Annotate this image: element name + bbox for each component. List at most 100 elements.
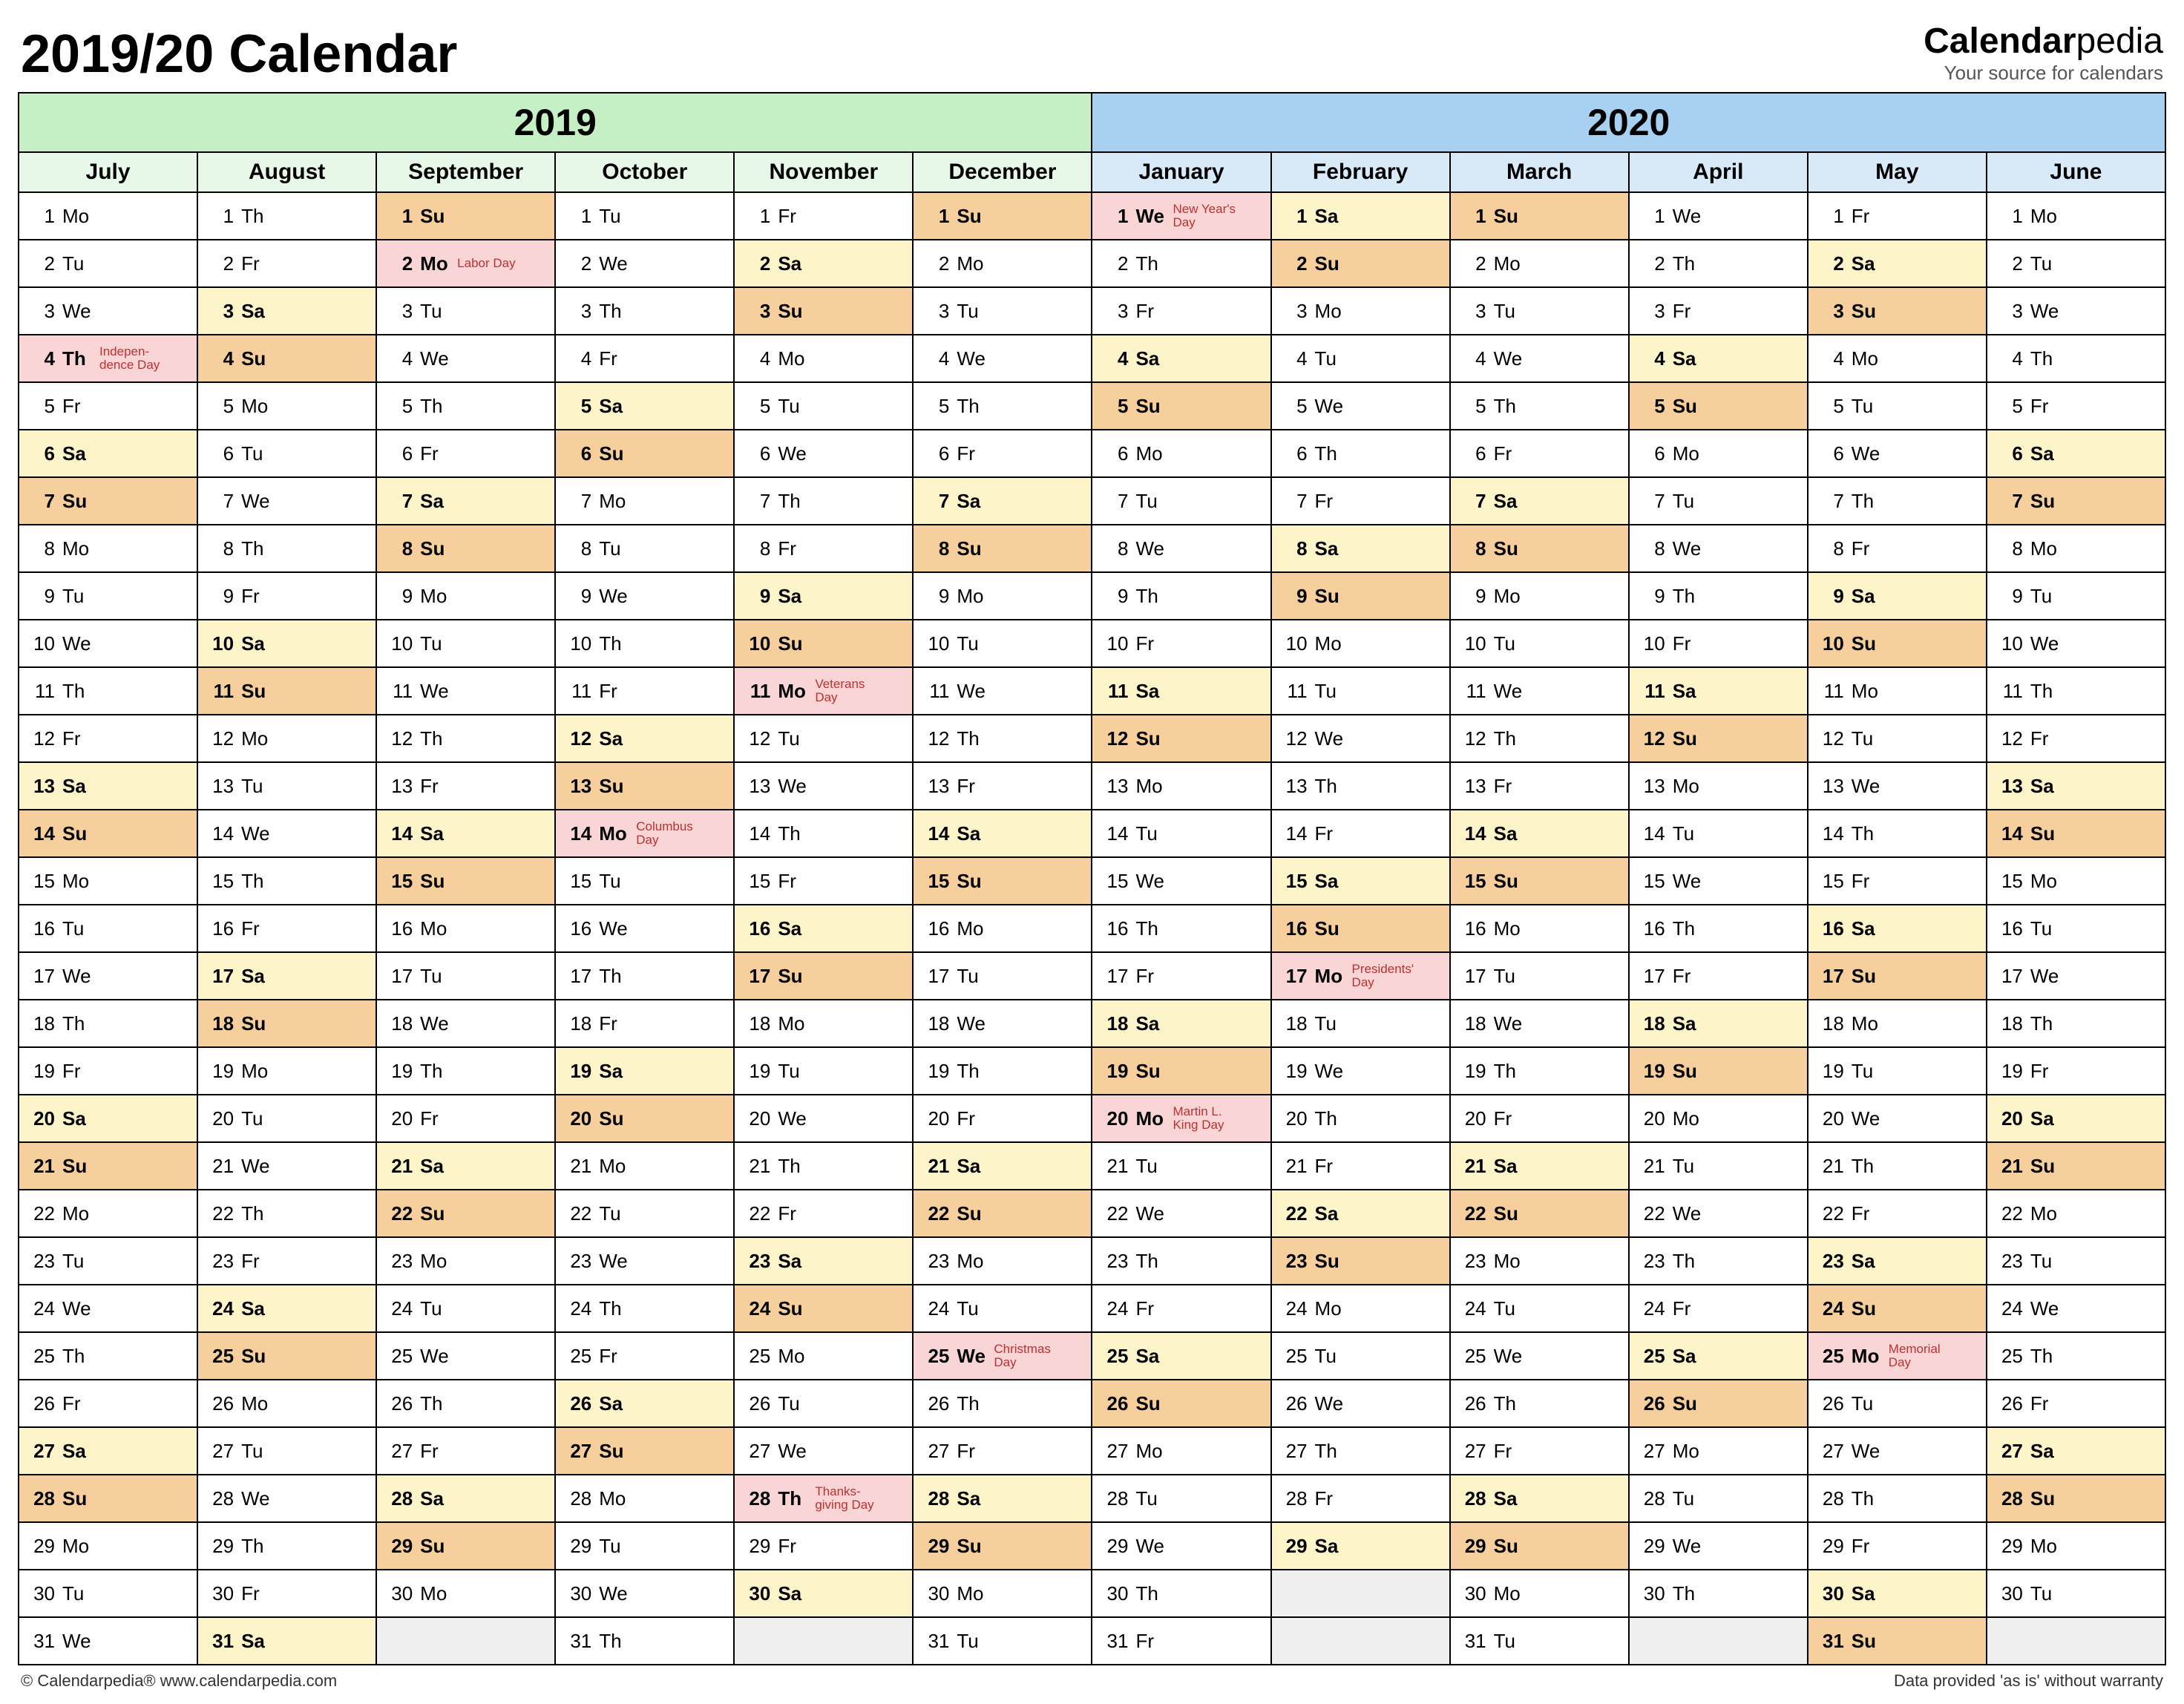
day-of-week: Fr	[957, 1440, 986, 1463]
day-of-week: Fr	[2030, 727, 2060, 750]
day-cell: 12Th	[376, 715, 555, 762]
day-of-week: Tu	[1315, 680, 1345, 703]
day-number: 7	[1279, 490, 1308, 513]
day-cell: 10Fr	[1092, 620, 1270, 667]
day-cell: 6Mo	[1629, 430, 1808, 477]
day-cell: 16We	[555, 905, 734, 952]
day-of-week: Th	[1494, 1060, 1524, 1083]
day-number: 17	[563, 965, 591, 988]
day-number: 1	[206, 205, 234, 228]
day-of-week: Fr	[1673, 300, 1702, 323]
day-cell: 14Sa	[913, 810, 1092, 857]
day-of-week: Sa	[2030, 1107, 2060, 1130]
day-of-week: Sa	[1135, 680, 1165, 703]
day-number: 18	[206, 1012, 234, 1035]
day-number: 19	[921, 1060, 949, 1083]
day-of-week: Th	[1315, 442, 1345, 465]
day-cell: 12Fr	[1987, 715, 2165, 762]
day-cell: 18Sa	[1629, 1000, 1808, 1047]
day-of-week: Mo	[1135, 1440, 1165, 1463]
day-cell: 26Mo	[197, 1380, 376, 1427]
month-header: October	[555, 152, 734, 192]
holiday-label: Indepen-dence Day	[99, 345, 160, 372]
day-number: 13	[206, 775, 234, 798]
day-of-week: Th	[62, 347, 92, 370]
day-of-week: Th	[778, 1487, 807, 1510]
day-cell: 13Fr	[1450, 762, 1629, 810]
day-cell: 27Fr	[376, 1427, 555, 1475]
day-of-week: Th	[1315, 1107, 1345, 1130]
day-of-week: Su	[1135, 395, 1165, 418]
day-cell: 28Mo	[555, 1475, 734, 1522]
day-number: 9	[1816, 585, 1844, 608]
day-number: 9	[1279, 585, 1308, 608]
day-number: 22	[563, 1202, 591, 1225]
day-cell: 9Tu	[1987, 572, 2165, 620]
day-number: 2	[1995, 252, 2023, 275]
day-cell: 8Mo	[19, 525, 197, 572]
day-number: 16	[27, 917, 55, 940]
day-cell: 4Su	[197, 335, 376, 382]
day-of-week: Tu	[1852, 395, 1881, 418]
day-cell: 10We	[19, 620, 197, 667]
day-cell: 9Su	[1271, 572, 1450, 620]
day-of-week: Fr	[241, 1250, 271, 1273]
day-of-week: Fr	[599, 1012, 629, 1035]
day-number: 28	[206, 1487, 234, 1510]
day-number: 18	[1279, 1012, 1308, 1035]
day-of-week: Mo	[599, 1487, 629, 1510]
day-cell: 15Tu	[555, 857, 734, 905]
day-cell: 29We	[1629, 1522, 1808, 1570]
day-number: 18	[1637, 1012, 1665, 1035]
day-of-week: Th	[1852, 1155, 1881, 1178]
day-cell: 28Sa	[1450, 1475, 1629, 1522]
day-of-week: Th	[1135, 585, 1165, 608]
day-cell: 19Su	[1092, 1047, 1270, 1095]
day-number: 30	[1637, 1582, 1665, 1605]
month-header: December	[913, 152, 1092, 192]
day-number: 6	[1458, 442, 1486, 465]
day-of-week: Sa	[1315, 205, 1345, 228]
day-of-week: Mo	[1852, 1012, 1881, 1035]
day-cell: 5Su	[1092, 382, 1270, 430]
day-of-week: Fr	[1315, 1155, 1345, 1178]
day-cell: 19 Th	[913, 1047, 1092, 1095]
day-of-week: Th	[957, 395, 986, 418]
day-number: 7	[563, 490, 591, 513]
day-of-week: Tu	[599, 537, 629, 560]
day-cell: 12Th	[1450, 715, 1629, 762]
day-number: 17	[1637, 965, 1665, 988]
day-of-week: Th	[420, 395, 450, 418]
day-of-week: Th	[1494, 395, 1524, 418]
day-number: 13	[1637, 775, 1665, 798]
day-of-week: Su	[241, 680, 271, 703]
day-cell: 31Th	[555, 1617, 734, 1665]
day-cell: 22Fr	[1808, 1190, 1987, 1237]
day-number: 9	[206, 585, 234, 608]
day-of-week: We	[957, 347, 986, 370]
day-number: 12	[1279, 727, 1308, 750]
day-number: 7	[1458, 490, 1486, 513]
day-cell: 26Fr	[19, 1380, 197, 1427]
day-of-week: Mo	[1673, 442, 1702, 465]
day-number: 16	[742, 917, 770, 940]
day-cell: 30Th	[1629, 1570, 1808, 1617]
day-cell: 3We	[19, 287, 197, 335]
day-cell: 21Tu	[1092, 1142, 1270, 1190]
day-cell: 14MoColumbusDay	[555, 810, 734, 857]
day-of-week: Th	[957, 1060, 986, 1083]
day-number: 1	[1279, 205, 1308, 228]
day-number: 9	[921, 585, 949, 608]
day-cell: 5Tu	[734, 382, 913, 430]
day-of-week: Su	[957, 1535, 986, 1558]
day-cell: 12Su	[1092, 715, 1270, 762]
day-number: 28	[1458, 1487, 1486, 1510]
day-of-week: Tu	[2030, 252, 2060, 275]
day-cell: 27Tu	[197, 1427, 376, 1475]
day-number: 25	[563, 1345, 591, 1368]
day-number: 31	[206, 1630, 234, 1653]
day-cell: 18Mo	[1808, 1000, 1987, 1047]
day-cell: 1Th	[197, 192, 376, 240]
day-cell: 2MoLabor Day	[376, 240, 555, 287]
day-number: 13	[742, 775, 770, 798]
